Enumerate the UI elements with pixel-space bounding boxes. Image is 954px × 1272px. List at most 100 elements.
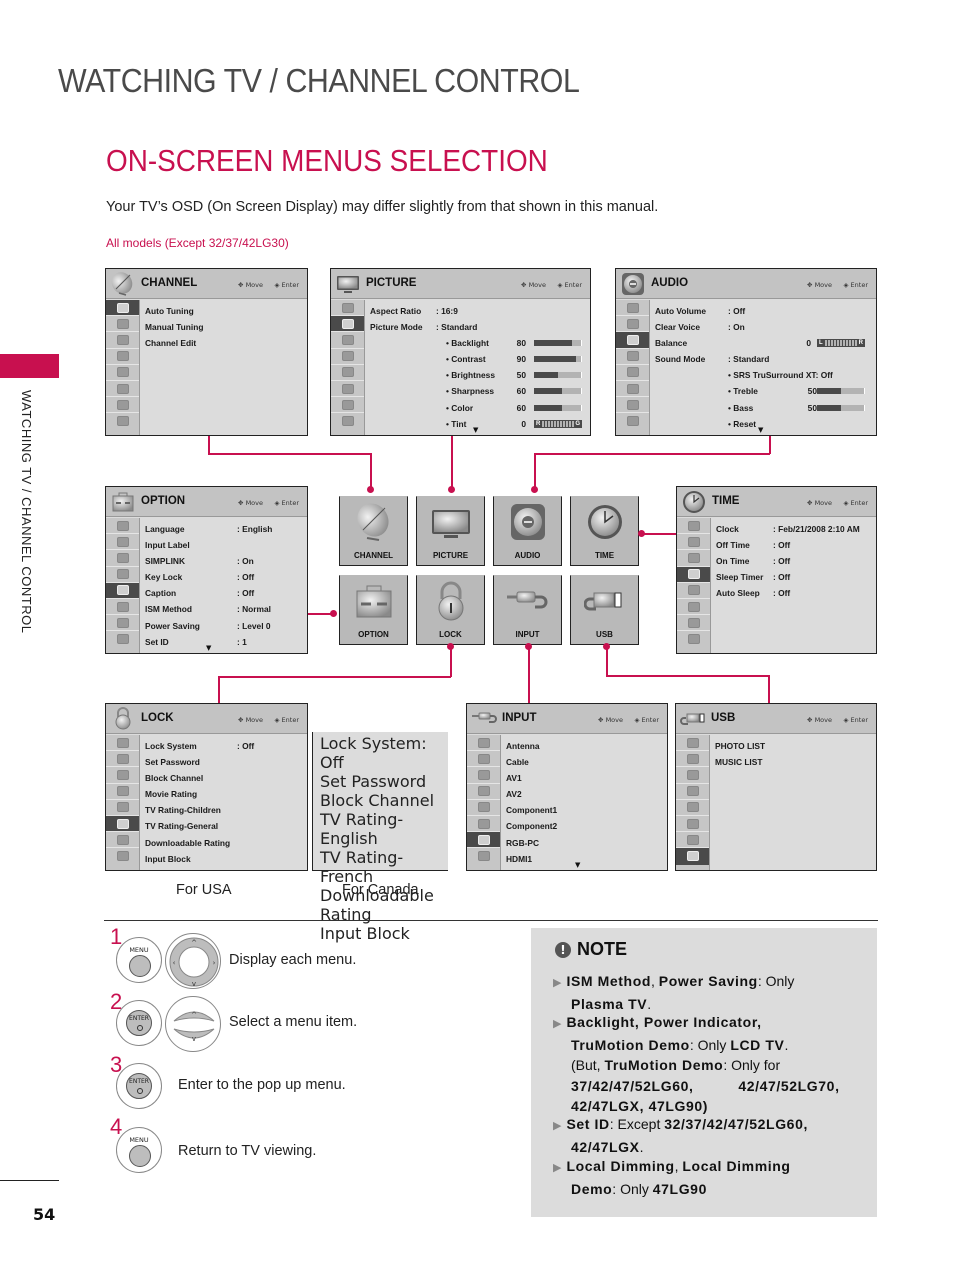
sidebar-picture-icon[interactable] (331, 316, 364, 333)
sidebar-lock-icon[interactable] (106, 815, 139, 833)
slider-row[interactable]: • Treble 50 (655, 383, 872, 399)
menu-item[interactable]: • Reset (655, 416, 872, 432)
menu-item[interactable]: TV Rating-Children (145, 802, 303, 818)
menu-item[interactable]: Input Block (145, 851, 303, 867)
sidebar-usb-icon[interactable] (106, 848, 139, 864)
sidebar-usb-icon[interactable] (677, 631, 710, 647)
menu-item[interactable]: Key Lock: Off (145, 569, 303, 585)
menu-item[interactable]: Input Block (320, 924, 444, 943)
sidebar-picture-icon[interactable] (106, 316, 139, 333)
menu-item[interactable]: Set ID: 1 (145, 634, 303, 650)
sidebar-input-icon[interactable] (106, 397, 139, 414)
menu-item[interactable]: Clear Voice: On (655, 319, 872, 335)
sidebar-usb-icon[interactable] (467, 848, 500, 864)
sidebar-time-icon[interactable] (676, 784, 709, 800)
sidebar-audio-icon[interactable] (106, 550, 139, 567)
slider-row[interactable]: • Backlight 80 (370, 335, 586, 351)
sidebar-picture-icon[interactable] (467, 751, 500, 768)
sidebar-channel-icon[interactable] (616, 300, 649, 317)
menu-item[interactable]: Auto Volume: Off (655, 303, 872, 319)
sidebar-lock-icon[interactable] (467, 816, 500, 833)
sidebar-usb-icon[interactable] (331, 413, 364, 429)
slider-bar[interactable] (534, 388, 582, 395)
sidebar-time-icon[interactable] (616, 349, 649, 365)
menu-item[interactable]: Input Label (145, 537, 303, 553)
sidebar-option-icon[interactable] (676, 800, 709, 816)
tile-channel[interactable]: CHANNEL (339, 496, 408, 566)
sidebar-picture-icon[interactable] (106, 751, 139, 768)
sidebar-time-icon[interactable] (467, 784, 500, 800)
menu-item[interactable]: Clock: Feb/21/2008 2:10 AM (716, 521, 872, 537)
sidebar-lock-icon[interactable] (106, 381, 139, 398)
sidebar-time-icon[interactable] (106, 784, 139, 800)
menu-item[interactable]: RGB-PC (506, 835, 663, 851)
sidebar-option-icon[interactable] (106, 365, 139, 381)
scroll-down-arrow-icon[interactable]: ▼ (758, 426, 763, 434)
sidebar-option-icon[interactable] (331, 365, 364, 381)
sidebar-lock-icon[interactable] (331, 381, 364, 398)
sidebar-channel-icon[interactable] (106, 735, 139, 752)
tint-bar[interactable]: RG (534, 419, 582, 428)
sidebar-audio-icon[interactable] (331, 332, 364, 349)
sidebar-audio-icon[interactable] (467, 767, 500, 784)
sidebar-channel-icon[interactable] (467, 735, 500, 752)
sidebar-channel-icon[interactable] (676, 735, 709, 752)
sidebar-option-icon[interactable] (616, 365, 649, 381)
sidebar-channel-icon[interactable] (331, 300, 364, 317)
sidebar-picture-icon[interactable] (677, 534, 710, 551)
sidebar-option-icon[interactable] (106, 800, 139, 816)
sidebar-audio-icon[interactable] (677, 550, 710, 567)
menu-item[interactable]: Antenna (506, 738, 663, 754)
sidebar-picture-icon[interactable] (616, 316, 649, 333)
sidebar-input-icon[interactable] (331, 397, 364, 414)
sidebar-audio-icon[interactable] (616, 332, 649, 349)
sidebar-lock-icon[interactable] (106, 599, 139, 616)
menu-item[interactable]: Sleep Timer: Off (716, 569, 872, 585)
enter-button[interactable]: ENTER (116, 1000, 162, 1046)
menu-item[interactable]: Channel Edit (145, 335, 303, 351)
menu-item[interactable]: Picture Mode: Standard (370, 319, 586, 335)
menu-item[interactable]: Component1 (506, 802, 663, 818)
menu-item[interactable]: Auto Sleep: Off (716, 585, 872, 601)
slider-row[interactable]: • Sharpness 60 (370, 383, 586, 399)
scroll-down-arrow-icon[interactable]: ▼ (575, 861, 580, 869)
navigation-dpad[interactable]: ^ v ‹ › (165, 933, 221, 989)
menu-item[interactable]: Off Time: Off (716, 537, 872, 553)
sidebar-input-icon[interactable] (616, 397, 649, 414)
sidebar-input-icon[interactable] (467, 832, 500, 849)
sidebar-lock-icon[interactable] (676, 816, 709, 833)
tile-lock[interactable]: LOCK (416, 575, 485, 645)
sidebar-usb-icon[interactable] (676, 848, 709, 865)
menu-item[interactable]: HDMI1 (506, 851, 663, 867)
menu-item[interactable]: TV Rating-French (320, 848, 444, 886)
menu-item[interactable]: Caption: Off (145, 585, 303, 601)
sidebar-lock-icon[interactable] (616, 381, 649, 398)
menu-item[interactable]: Lock System: Off (145, 738, 303, 754)
sidebar-picture-icon[interactable] (676, 751, 709, 768)
menu-item[interactable]: MUSIC LIST (715, 754, 872, 770)
menu-item[interactable]: Lock System: Off (320, 734, 444, 772)
sidebar-lock-icon[interactable] (677, 599, 710, 616)
balance-slider[interactable]: Balance 0 LR (655, 335, 872, 351)
menu-item[interactable]: Cable (506, 754, 663, 770)
sidebar-usb-icon[interactable] (106, 631, 139, 647)
sidebar-option-icon[interactable] (467, 800, 500, 816)
sidebar-audio-icon[interactable] (106, 767, 139, 784)
scroll-down-arrow-icon[interactable]: ▼ (473, 426, 478, 434)
menu-item[interactable]: Language: English (145, 521, 303, 537)
menu-item[interactable]: ISM Method: Normal (145, 601, 303, 617)
menu-item[interactable]: PHOTO LIST (715, 738, 872, 754)
menu-item[interactable]: Set Password (145, 754, 303, 770)
menu-item[interactable]: AV1 (506, 770, 663, 786)
slider-bar[interactable] (817, 404, 865, 411)
enter-button[interactable]: ENTER (116, 1063, 162, 1109)
slider-bar[interactable] (534, 372, 582, 379)
sidebar-time-icon[interactable] (331, 349, 364, 365)
sidebar-time-icon[interactable] (106, 349, 139, 365)
menu-button[interactable]: MENU (116, 937, 162, 983)
slider-bar[interactable] (817, 388, 865, 395)
slider-row[interactable]: • Bass 50 (655, 400, 872, 416)
slider-bar[interactable] (534, 356, 582, 363)
sidebar-audio-icon[interactable] (106, 332, 139, 349)
menu-item[interactable]: Downloadable Rating (145, 835, 303, 851)
